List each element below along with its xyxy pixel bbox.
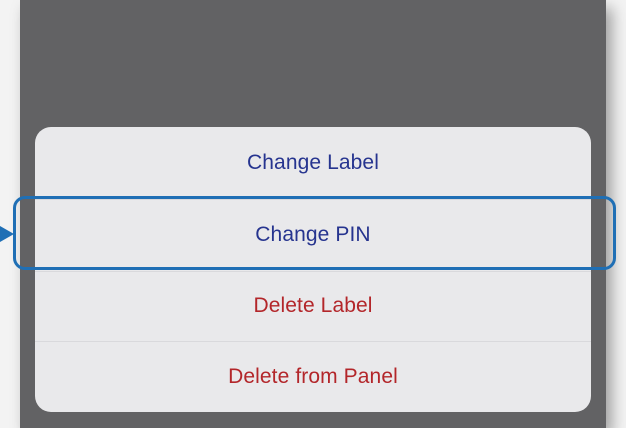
tutorial-screenshot: Change Label Change PIN Delete Label Del… [0,0,626,428]
change-pin-button[interactable]: Change PIN [35,199,591,271]
pointer-arrow-icon [0,226,14,242]
delete-label-button[interactable]: Delete Label [35,271,591,341]
action-sheet: Change Label Change PIN Delete Label Del… [35,127,591,412]
delete-from-panel-button[interactable]: Delete from Panel [35,341,591,412]
change-label-button[interactable]: Change Label [35,127,591,199]
